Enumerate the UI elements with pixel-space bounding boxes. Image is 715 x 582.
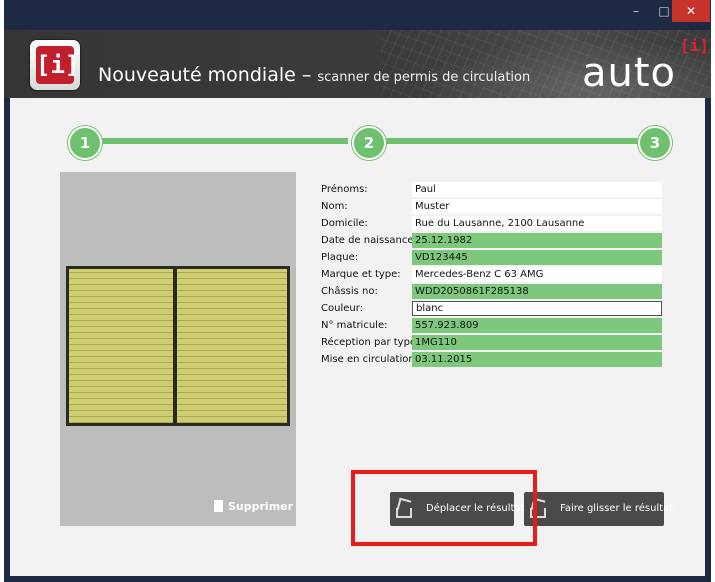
window-bottom-border — [10, 576, 705, 578]
field-row-mise-circulation: Mise en circulation: 03.11.2015 — [316, 352, 662, 367]
step-2[interactable]: 2 — [352, 126, 386, 160]
field-label: Prénoms: — [321, 184, 368, 195]
field-row-couleur: Couleur: blanc — [316, 301, 662, 316]
field-row-chassis: Châssis no: WDD2050861F285138 — [316, 284, 662, 299]
logo-icon: [i] — [36, 46, 79, 84]
title-main: Nouveauté mondiale – — [98, 64, 312, 86]
field-value-plaque[interactable]: VD123445 — [412, 250, 662, 265]
field-value-prenoms[interactable]: Paul — [412, 182, 662, 197]
field-value-chassis[interactable]: WDD2050861F285138 — [412, 284, 662, 299]
progress-line-2 — [380, 138, 642, 144]
field-label: Marque et type: — [321, 269, 401, 280]
field-value-date-naissance[interactable]: 25.12.1982 — [412, 233, 662, 248]
step-3[interactable]: 3 — [638, 126, 672, 160]
field-value-marque-type[interactable]: Mercedes-Benz C 63 AMG — [412, 267, 662, 282]
field-label: Châssis no: — [321, 286, 378, 297]
field-value-domicile[interactable]: Rue du Lausanne, 2100 Lausanne — [412, 216, 662, 231]
field-row-reception-type: Réception par type: 1MG110 — [316, 335, 662, 350]
field-value-couleur-input[interactable]: blanc — [412, 301, 662, 316]
highlight-annotation-box — [351, 470, 537, 546]
field-row-domicile: Domicile: Rue du Lausanne, 2100 Lausanne — [316, 216, 662, 231]
trash-icon — [214, 500, 223, 512]
field-value-reception-type[interactable]: 1MG110 — [412, 335, 662, 350]
progress-line-1 — [88, 138, 348, 144]
brand-logo-mark: [i] — [680, 36, 709, 55]
field-label: Date de naissance: — [321, 235, 417, 246]
title-bar: – □ ✕ — [4, 0, 711, 30]
minimize-button[interactable]: – — [622, 0, 650, 22]
field-label: Mise en circulation: — [321, 354, 419, 365]
field-label: N° matricule: — [321, 320, 388, 331]
field-row-matricule: N° matricule: 557.923.809 — [316, 318, 662, 333]
field-row-prenoms: Prénoms: Paul — [316, 182, 662, 197]
scanned-document-image — [66, 266, 290, 426]
app-logo: [i] — [30, 40, 80, 90]
brand-logo: auto — [582, 50, 677, 96]
field-label: Plaque: — [321, 252, 359, 263]
delete-label: Supprimer — [228, 500, 294, 513]
field-row-date-naissance: Date de naissance: 25.12.1982 — [316, 233, 662, 248]
scan-preview: Supprimer — [60, 172, 296, 526]
delete-button[interactable]: Supprimer — [214, 500, 293, 513]
document-page-right — [177, 269, 287, 423]
app-header: [i] Nouveauté mondiale – scanner de perm… — [4, 30, 711, 98]
field-label: Réception par type: — [321, 337, 420, 348]
field-value-mise-circulation[interactable]: 03.11.2015 — [412, 352, 662, 367]
step-1[interactable]: 1 — [68, 126, 102, 160]
drag-result-label: Faire glisser le résultat — [560, 503, 674, 514]
field-row-nom: Nom: Muster — [316, 199, 662, 214]
field-label: Domicile: — [321, 218, 368, 229]
document-page-left — [69, 269, 173, 423]
page-title: Nouveauté mondiale – scanner de permis d… — [98, 64, 530, 86]
drag-result-button[interactable]: Faire glisser le résultat — [524, 492, 673, 526]
field-label: Couleur: — [321, 303, 364, 314]
field-value-nom[interactable]: Muster — [412, 199, 662, 214]
field-row-plaque: Plaque: VD123445 — [316, 250, 662, 265]
close-button[interactable]: ✕ — [672, 0, 710, 22]
title-subtitle: scanner de permis de circulation — [317, 70, 531, 85]
field-label: Nom: — [321, 201, 348, 212]
field-value-matricule[interactable]: 557.923.809 — [412, 318, 662, 333]
field-row-marque-type: Marque et type: Mercedes-Benz C 63 AMG — [316, 267, 662, 282]
